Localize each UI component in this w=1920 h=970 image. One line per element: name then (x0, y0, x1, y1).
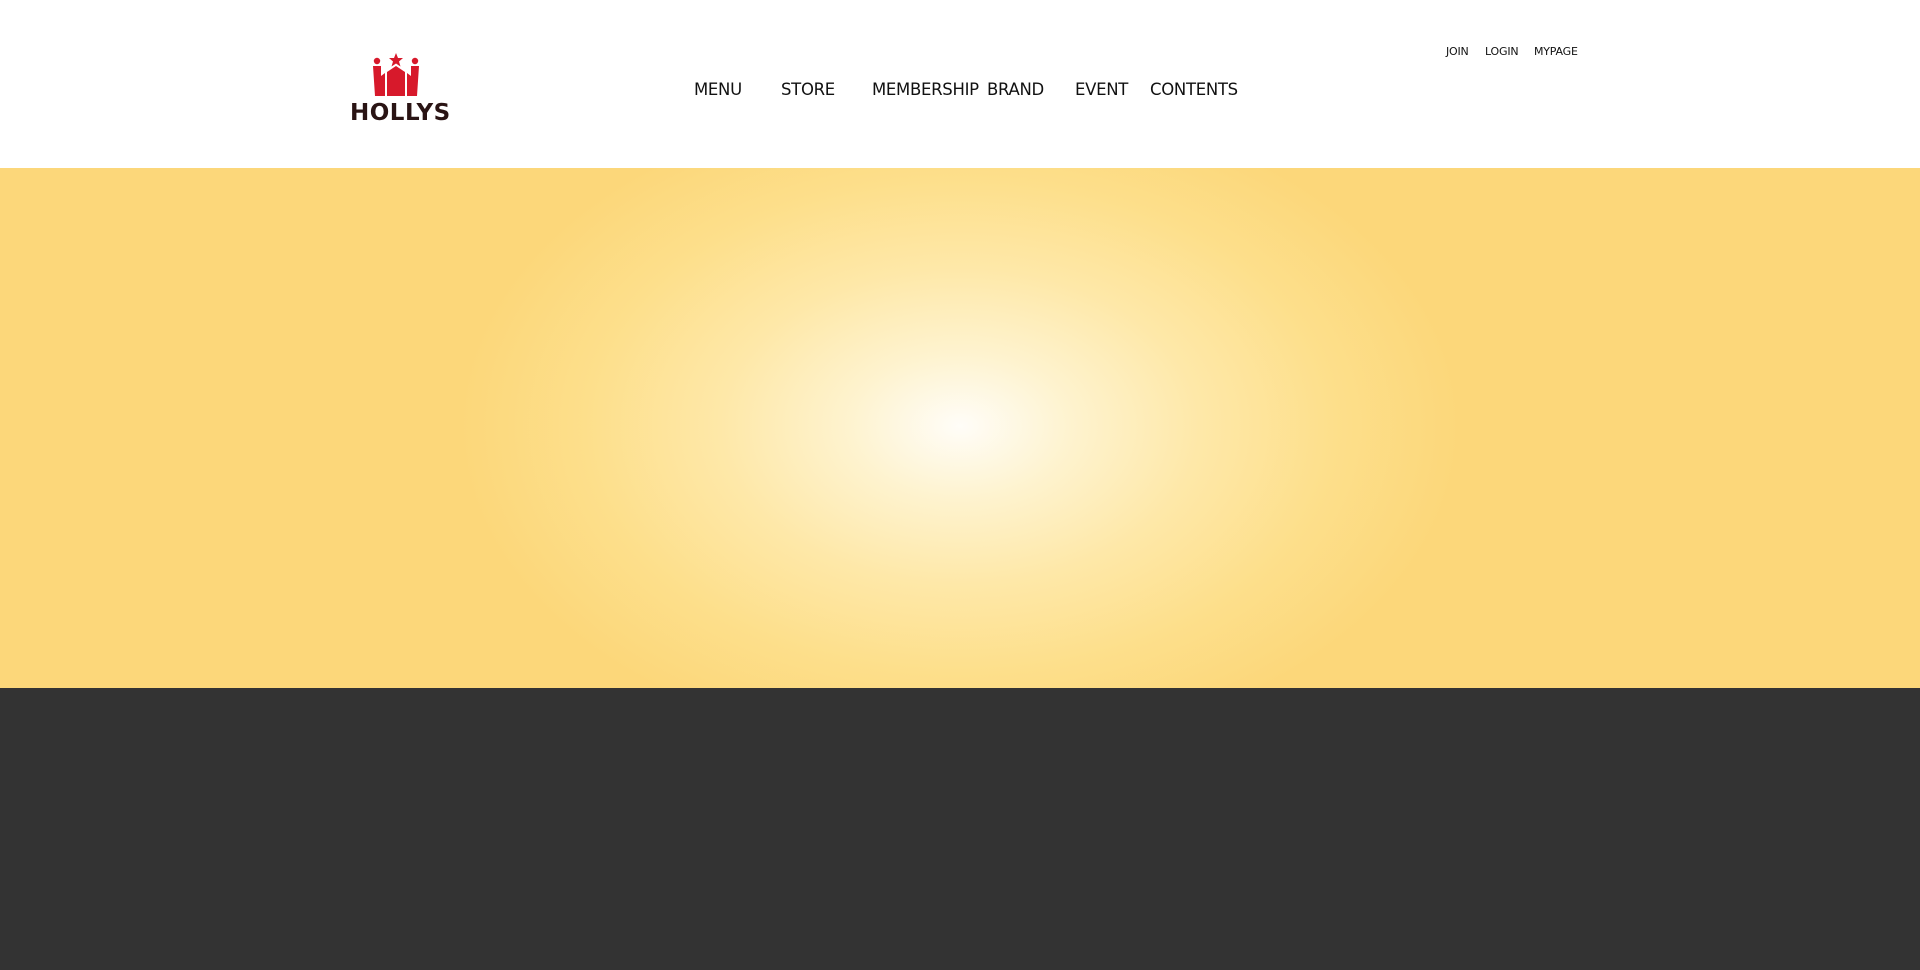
hero-banner (0, 168, 1920, 688)
join-link[interactable]: JOIN (1446, 45, 1469, 59)
nav-item-contents[interactable]: CONTENTS (1150, 80, 1238, 100)
nav-item-brand[interactable]: BRAND (987, 80, 1044, 100)
site-footer (0, 688, 1920, 970)
mypage-link[interactable]: MYPAGE (1534, 45, 1578, 59)
nav-item-membership[interactable]: MEMBERSHIP (872, 80, 979, 100)
login-link[interactable]: LOGIN (1485, 45, 1519, 59)
page: HOLLYS MENU STORE MEMBERSHIP BRAND EVENT… (0, 0, 1920, 970)
brand-name: HOLLYS (350, 100, 451, 126)
nav-item-event[interactable]: EVENT (1075, 80, 1128, 100)
crown-icon (373, 53, 419, 96)
nav-item-menu[interactable]: MENU (694, 80, 742, 100)
hollys-logo[interactable]: HOLLYS (350, 52, 451, 130)
site-header: HOLLYS MENU STORE MEMBERSHIP BRAND EVENT… (0, 0, 1920, 168)
nav-item-store[interactable]: STORE (781, 80, 835, 100)
